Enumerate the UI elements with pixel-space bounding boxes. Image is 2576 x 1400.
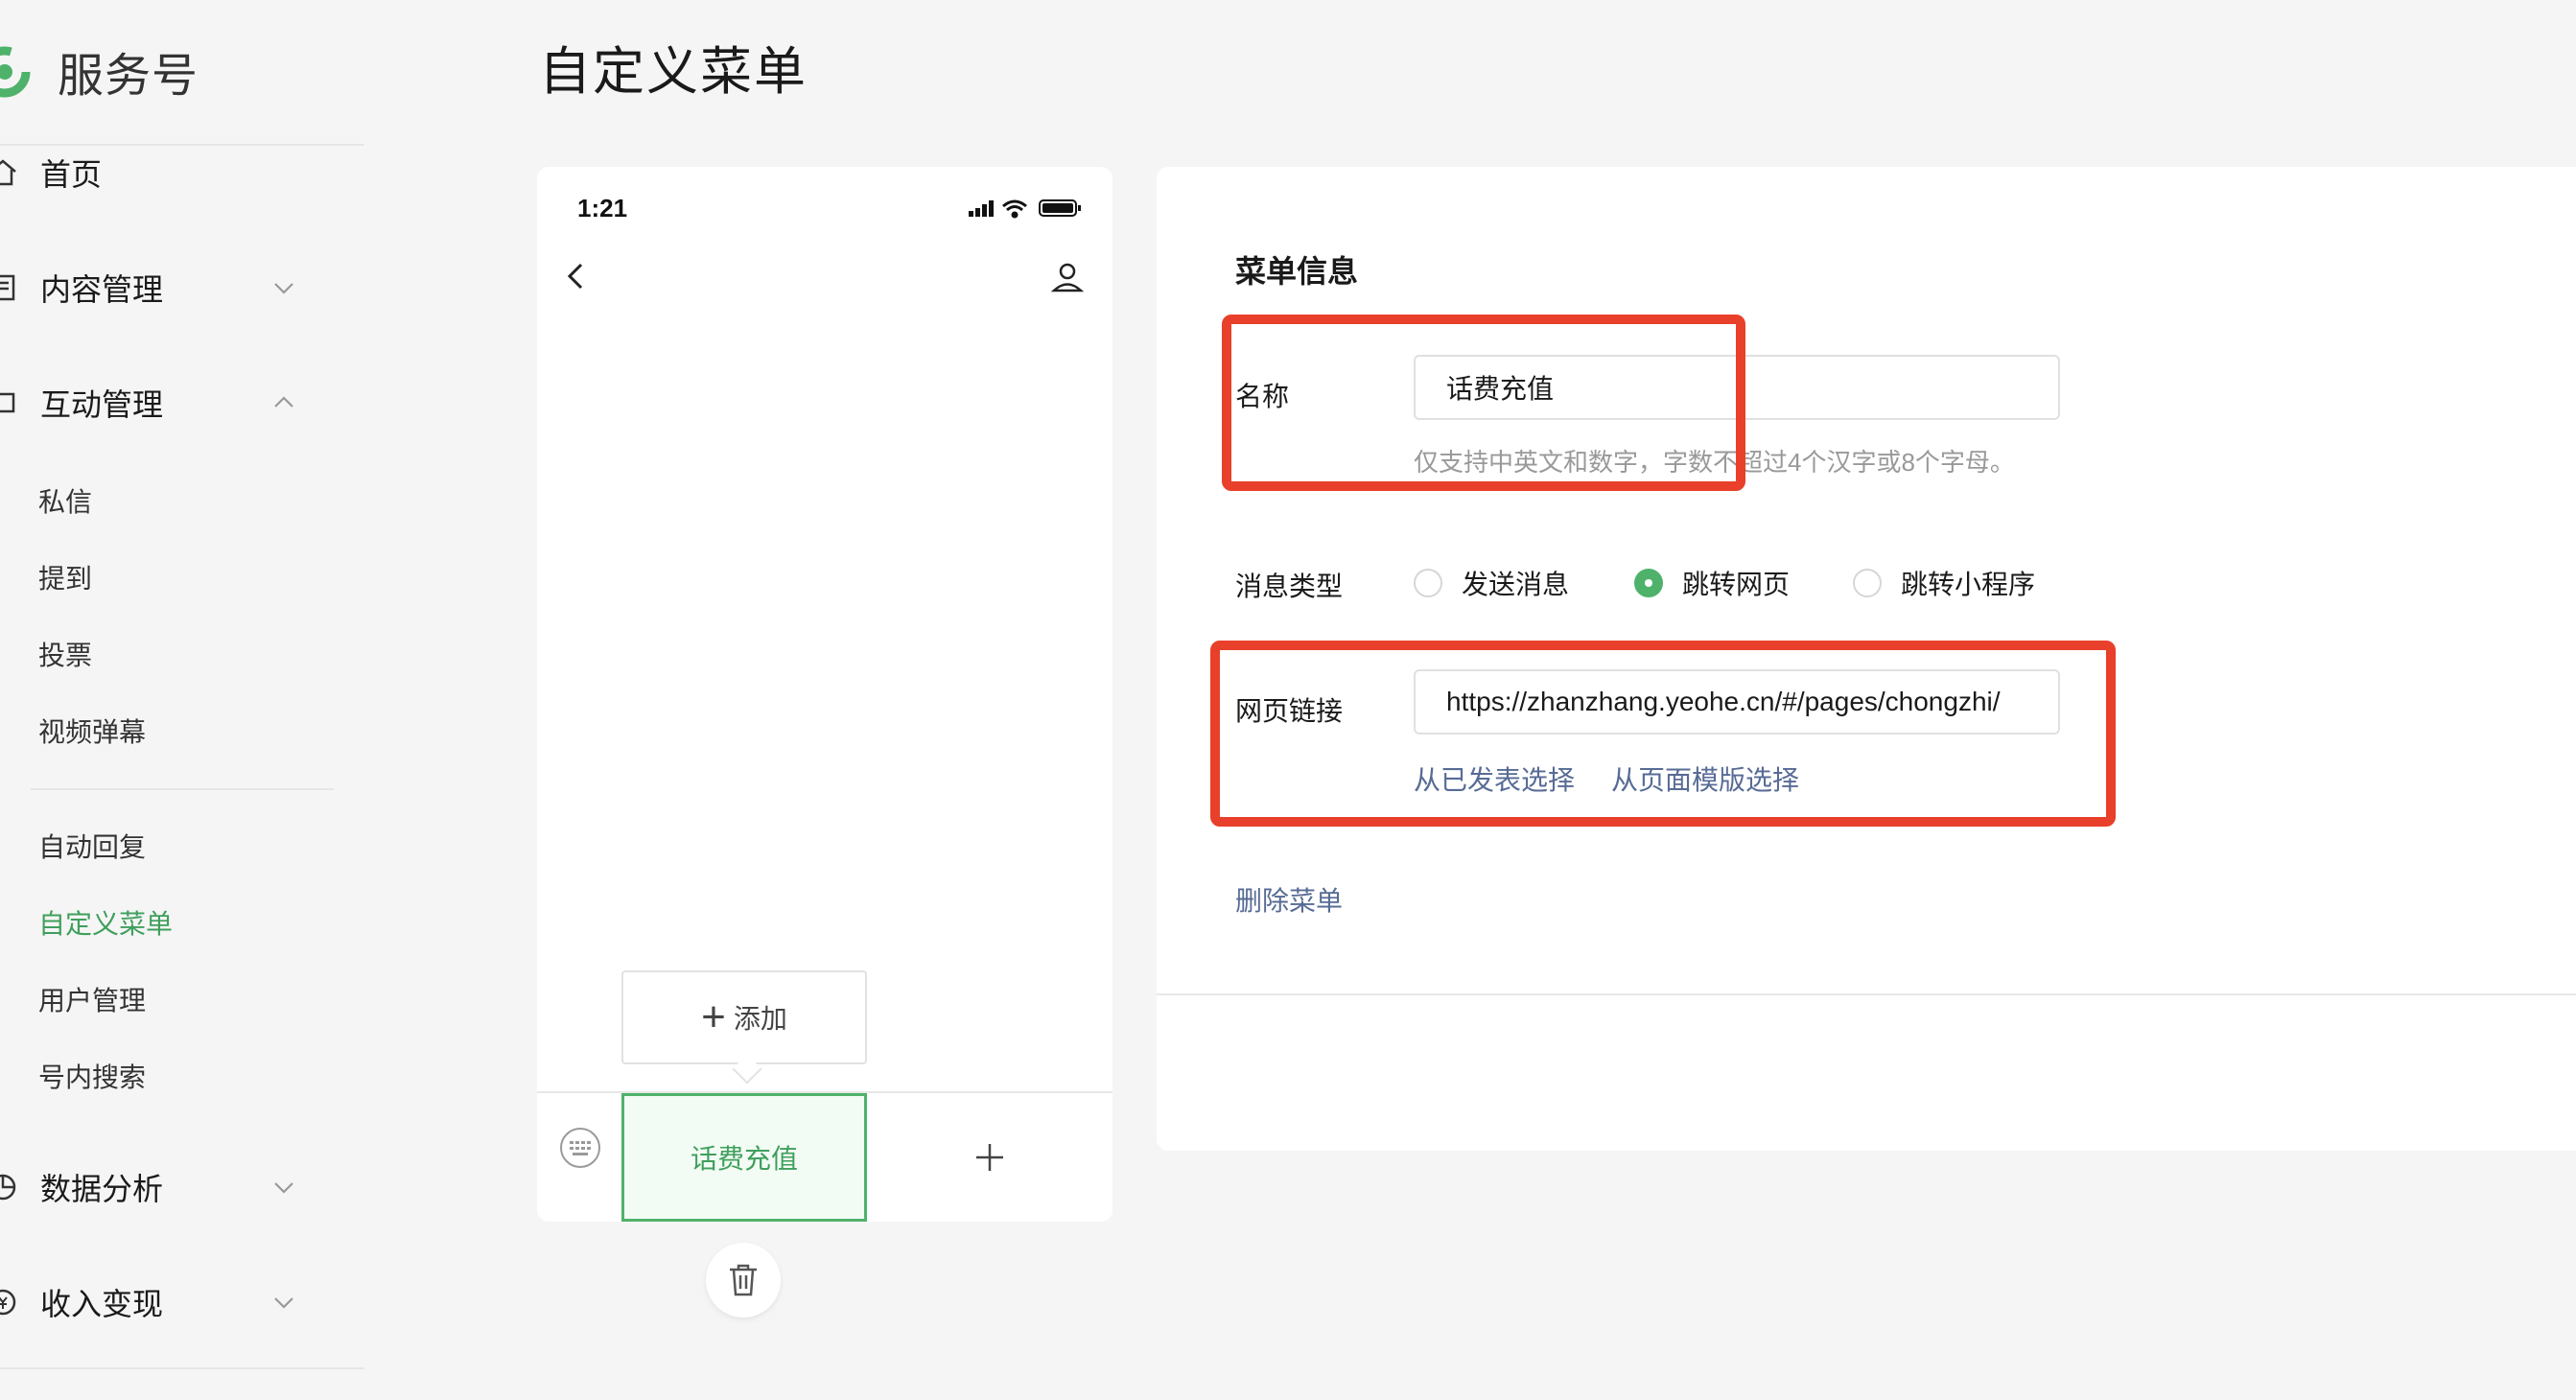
sidebar-item-content[interactable]: 内容管理 <box>0 259 326 316</box>
sidebar-item-label: 收入变现 <box>40 1287 164 1321</box>
add-menu-button[interactable] <box>867 1093 1112 1222</box>
sidebar-item-label: 数据分析 <box>40 1172 164 1206</box>
plus-icon <box>976 1144 1003 1171</box>
wifi-icon <box>1002 199 1027 219</box>
radio-circle-selected <box>1634 569 1663 597</box>
sidebar-sub-votes[interactable]: 投票 <box>38 633 92 679</box>
radio-circle <box>1853 569 1882 597</box>
delete-menu-link[interactable]: 删除菜单 <box>1235 880 1343 919</box>
sidebar-sub-custom-menu[interactable]: 自定义菜单 <box>38 901 173 947</box>
status-time: 1:21 <box>577 194 628 222</box>
add-label: 添加 <box>733 1004 787 1034</box>
chevron-down-icon <box>274 1297 293 1309</box>
section-title: 菜单信息 <box>1235 254 1359 289</box>
radio-open-miniprogram[interactable]: 跳转小程序 <box>1853 564 2035 602</box>
radio-circle <box>1414 569 1442 597</box>
sidebar-item-label: 内容管理 <box>40 272 164 307</box>
menu-info-card <box>1157 167 2576 1151</box>
logo-icon <box>0 46 31 98</box>
sidebar-sub-user-manage[interactable]: 用户管理 <box>38 978 146 1024</box>
menu-item-tab[interactable]: 话费充值 <box>621 1093 867 1222</box>
radio-send-message[interactable]: 发送消息 <box>1414 564 1569 602</box>
page-title: 自定义菜单 <box>539 43 808 101</box>
chevron-down-icon <box>274 1182 293 1194</box>
sidebar-item-home[interactable]: 首页 <box>0 144 326 201</box>
sidebar-sub-search[interactable]: 号内搜索 <box>38 1055 146 1101</box>
radio-label: 跳转网页 <box>1682 570 1791 599</box>
radio-label: 发送消息 <box>1462 570 1570 599</box>
sidebar-sub-danmaku[interactable]: 视频弹幕 <box>38 710 146 756</box>
brand-title: 服务号 <box>58 51 199 102</box>
sidebar-item-interaction[interactable]: 互动管理 <box>0 374 326 432</box>
plus-icon: + <box>701 993 726 1040</box>
phone-preview: 1:21 + 添加 话费充值 <box>537 167 1112 1222</box>
battery-icon <box>1039 199 1081 217</box>
sidebar-sub-divider <box>31 788 334 790</box>
radio-label: 跳转小程序 <box>1901 570 2036 599</box>
name-input[interactable] <box>1414 355 2060 420</box>
sidebar-item-analytics[interactable]: 数据分析 <box>0 1158 326 1216</box>
signal-icon <box>969 200 994 217</box>
trash-icon <box>730 1264 757 1296</box>
sidebar-item-label: 互动管理 <box>40 387 164 422</box>
document-icon <box>0 274 15 301</box>
name-label: 名称 <box>1235 382 1290 411</box>
sidebar-bottom-divider <box>0 1367 364 1369</box>
chevron-down-icon <box>274 283 293 294</box>
back-arrow-icon[interactable] <box>558 259 593 293</box>
chevron-up-icon <box>274 396 293 408</box>
url-label: 网页链接 <box>1235 696 1344 726</box>
sidebar-sub-mentions[interactable]: 提到 <box>38 556 92 602</box>
sidebar-sub-auto-reply[interactable]: 自动回复 <box>38 825 146 871</box>
select-from-template-link[interactable]: 从页面模版选择 <box>1611 759 1799 798</box>
delete-menu-icon-button[interactable] <box>706 1243 781 1318</box>
url-input[interactable] <box>1414 669 2060 735</box>
sidebar-item-revenue[interactable]: 收入变现 <box>0 1273 326 1331</box>
user-icon[interactable] <box>1049 259 1086 295</box>
message-type-label: 消息类型 <box>1235 572 1344 601</box>
keyboard-icon[interactable] <box>558 1126 602 1170</box>
select-from-published-link[interactable]: 从已发表选择 <box>1414 759 1575 798</box>
add-submenu-button[interactable]: + 添加 <box>621 970 867 1064</box>
card-divider <box>1157 993 2576 995</box>
sidebar-sub-messages[interactable]: 私信 <box>38 479 92 525</box>
coin-icon <box>0 1289 16 1316</box>
status-icons <box>969 199 1081 219</box>
pie-chart-icon <box>0 1174 16 1201</box>
chat-square-icon <box>0 392 15 413</box>
name-hint: 仅支持中英文和数字，字数不超过4个汉字或8个字母。 <box>1414 448 2015 477</box>
sidebar-item-label: 首页 <box>40 157 103 192</box>
home-icon <box>0 159 16 186</box>
radio-open-webpage[interactable]: 跳转网页 <box>1634 564 1790 602</box>
